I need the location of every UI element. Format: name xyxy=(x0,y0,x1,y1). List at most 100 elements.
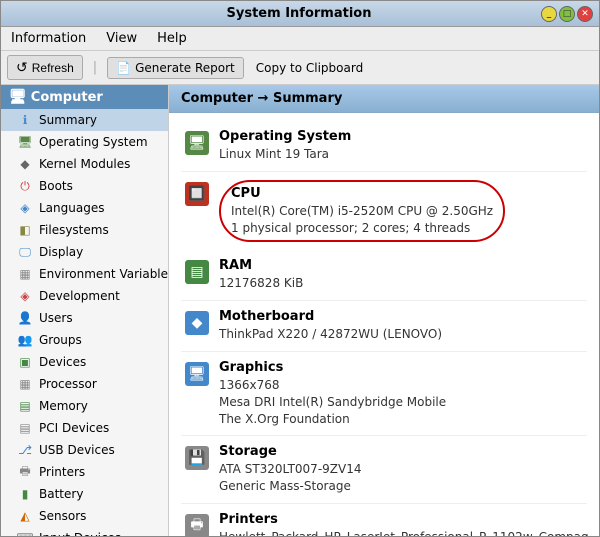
sidebar-label-usb: USB Devices xyxy=(39,443,115,457)
motherboard-detail-0: ThinkPad X220 / 42872WU (LENOVO) xyxy=(219,326,583,343)
section-ram: ▤ RAM12176828 KiB xyxy=(181,250,587,301)
graphics-detail-2: The X.Org Foundation xyxy=(219,411,583,428)
toolbar-divider: | xyxy=(93,60,97,75)
sidebar-label-memory: Memory xyxy=(39,399,88,413)
sidebar-label-languages: Languages xyxy=(39,201,104,215)
filesystems-icon: ◧ xyxy=(17,222,33,238)
monitor-icon: 🖥 xyxy=(9,89,27,105)
os-text: Operating System Linux Mint 19 Tara xyxy=(219,129,583,163)
sidebar-label-devices: Devices xyxy=(39,355,86,369)
os-section-icon: 🖥 xyxy=(185,131,209,155)
os-title: Operating System xyxy=(219,129,583,144)
sidebar-item-languages[interactable]: ◈ Languages xyxy=(1,197,168,219)
printers-section-icon: 🖶 xyxy=(185,514,209,536)
sidebar-item-dev[interactable]: ◈Development xyxy=(1,285,168,307)
sidebar-label-processor: Processor xyxy=(39,377,97,391)
section-graphics: 🖥 Graphics 1366x768Mesa DRI Intel(R) Sandy… xyxy=(181,352,587,436)
sidebar-label-printers: Printers xyxy=(39,465,85,479)
sidebar-item-summary[interactable]: ℹ Summary xyxy=(1,109,168,131)
sidebar-item-processor[interactable]: ▦Processor xyxy=(1,373,168,395)
sidebar-label-env: Environment Variables xyxy=(39,267,169,281)
printers-icon: 🖶 xyxy=(17,464,33,480)
sidebar-item-boots[interactable]: ⏻Boots xyxy=(1,175,168,197)
sidebar-label-sensors: Sensors xyxy=(39,509,86,523)
sensors-icon: ◭ xyxy=(17,508,33,524)
sidebar-item-env[interactable]: ▦ Environment Variables xyxy=(1,263,168,285)
os-icon: 🖥 xyxy=(17,134,33,150)
sidebar-item-battery[interactable]: ▮ Battery xyxy=(1,483,168,505)
memory-icon: ▤ xyxy=(17,398,33,414)
close-button[interactable]: ✕ xyxy=(577,6,593,22)
sidebar-label-groups: Groups xyxy=(39,333,82,347)
env-icon: ▦ xyxy=(17,266,33,282)
cpu-section-icon: 🔲 xyxy=(185,182,209,206)
sidebar-item-groups[interactable]: 👥 Groups xyxy=(1,329,168,351)
dev-icon: ◈ xyxy=(17,288,33,304)
sidebar-item-filesystems[interactable]: ◧Filesystems xyxy=(1,219,168,241)
usb-icon: ⎇ xyxy=(17,442,33,458)
report-icon: 📄 xyxy=(116,61,131,75)
summary-icon: ℹ xyxy=(17,112,33,128)
sidebar-item-pci[interactable]: ▤PCI Devices xyxy=(1,417,168,439)
kernel-icon: ◆ xyxy=(17,156,33,172)
copy-clipboard-button[interactable]: Copy to Clipboard xyxy=(252,58,367,78)
graphics-detail-0: 1366x768 xyxy=(219,377,583,394)
cpu-text: CPUIntel(R) Core(TM) i5-2520M CPU @ 2.50… xyxy=(219,180,583,243)
menu-view[interactable]: View xyxy=(100,29,143,48)
sidebar-item-sensors[interactable]: ◭ Sensors xyxy=(1,505,168,527)
graphics-detail-1: Mesa DRI Intel(R) Sandybridge Mobile xyxy=(219,394,583,411)
sidebar-item-display[interactable]: 🖵Display xyxy=(1,241,168,263)
sidebar-item-usb[interactable]: ⎇ USB Devices xyxy=(1,439,168,461)
ram-section-icon: ▤ xyxy=(185,260,209,284)
users-icon: 👤 xyxy=(17,310,33,326)
os-detail-0: Linux Mint 19 Tara xyxy=(219,146,583,163)
ram-title: RAM xyxy=(219,258,583,273)
storage-detail-1: Generic Mass-Storage xyxy=(219,478,583,495)
sidebar-computer-header: 🖥 Computer xyxy=(1,85,168,109)
window-controls: _ □ ✕ xyxy=(541,6,593,22)
refresh-button[interactable]: ↺ Refresh xyxy=(7,55,83,80)
sidebar-item-os[interactable]: 🖥Operating System xyxy=(1,131,168,153)
generate-report-button[interactable]: 📄 Generate Report xyxy=(107,57,244,79)
section-motherboard: ◆ Motherboard ThinkPad X220 / 42872WU (LEN… xyxy=(181,301,587,352)
sidebar-label-display: Display xyxy=(39,245,83,259)
main-window: System Information _ □ ✕ Information Vie… xyxy=(0,0,600,537)
languages-icon: ◈ xyxy=(17,200,33,216)
battery-icon: ▮ xyxy=(17,486,33,502)
minimize-button[interactable]: _ xyxy=(541,6,557,22)
sidebar-label-pci: PCI Devices xyxy=(39,421,109,435)
boots-icon: ⏻ xyxy=(17,178,33,194)
sidebar-item-devices[interactable]: ▣Devices xyxy=(1,351,168,373)
cpu-detail-1: 1 physical processor; 2 cores; 4 threads xyxy=(231,220,493,237)
printers-detail-0: Hewlett_Packard_HP_LaserJet_Professional… xyxy=(219,529,589,536)
sidebar-label-summary: Summary xyxy=(39,113,97,127)
motherboard-title: Motherboard xyxy=(219,309,583,324)
storage-title: Storage xyxy=(219,444,583,459)
printers-title: Printers xyxy=(219,512,589,527)
sidebar-label-battery: Battery xyxy=(39,487,83,501)
refresh-icon: ↺ xyxy=(16,59,28,76)
sidebar-label-kernel: Kernel Modules xyxy=(39,157,130,171)
graphics-title: Graphics xyxy=(219,360,583,375)
sidebar-item-input[interactable]: ⌨Input Devices xyxy=(1,527,168,536)
menu-information[interactable]: Information xyxy=(5,29,92,48)
printers-text: Printers Hewlett_Packard_HP_LaserJet_Prof… xyxy=(219,512,589,536)
storage-detail-0: ATA ST320LT007-9ZV14 xyxy=(219,461,583,478)
sidebar-item-memory[interactable]: ▤ Memory xyxy=(1,395,168,417)
motherboard-section-icon: ◆ xyxy=(185,311,209,335)
storage-section-icon: 💾 xyxy=(185,446,209,470)
graphics-text: Graphics 1366x768Mesa DRI Intel(R) Sandyb… xyxy=(219,360,583,427)
cpu-detail-0: Intel(R) Core(TM) i5-2520M CPU @ 2.50GHz xyxy=(231,203,493,220)
content-body: 🖥 Operating System Linux Mint 19 Tara 🔲 CPUI… xyxy=(169,113,599,536)
sidebar-item-kernel[interactable]: ◆ Kernel Modules xyxy=(1,153,168,175)
ram-text: RAM12176828 KiB xyxy=(219,258,583,292)
groups-icon: 👥 xyxy=(17,332,33,348)
graphics-section-icon: 🖥 xyxy=(185,362,209,386)
menu-help[interactable]: Help xyxy=(151,29,193,48)
maximize-button[interactable]: □ xyxy=(559,6,575,22)
window-title: System Information xyxy=(57,6,541,21)
sidebar-item-printers[interactable]: 🖶 Printers xyxy=(1,461,168,483)
sidebar-item-users[interactable]: 👤Users xyxy=(1,307,168,329)
section-os: 🖥 Operating System Linux Mint 19 Tara xyxy=(181,121,587,172)
section-storage: 💾 Storage ATA ST320LT007-9ZV14Generic Mass… xyxy=(181,436,587,504)
